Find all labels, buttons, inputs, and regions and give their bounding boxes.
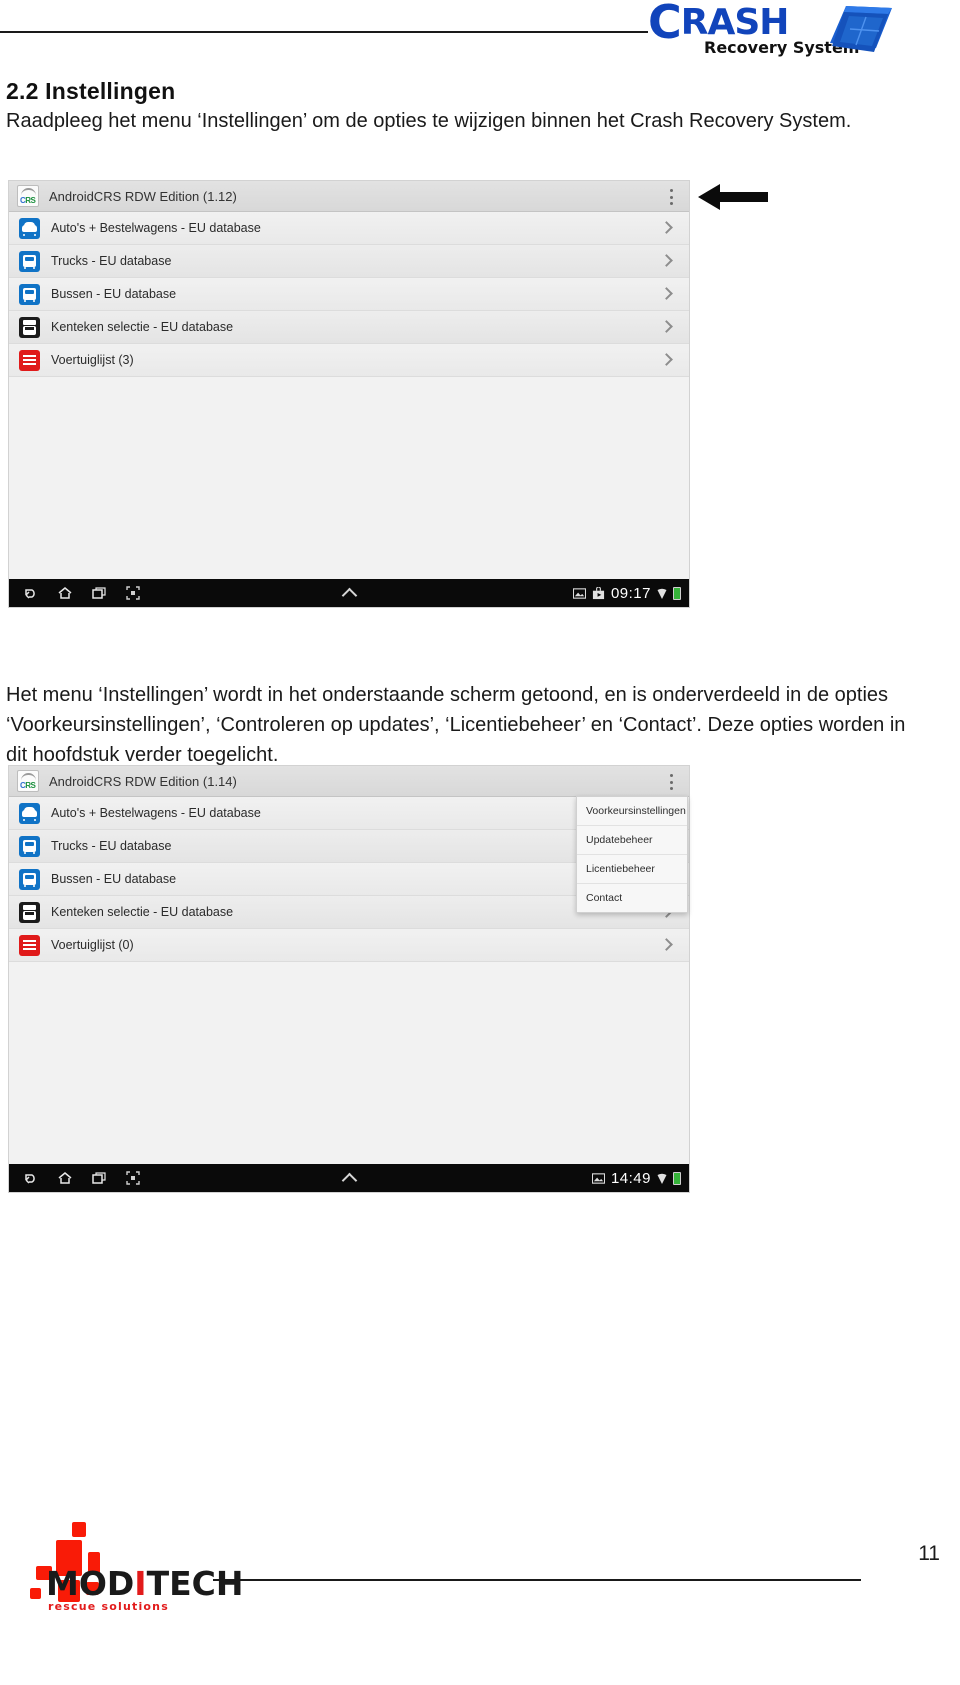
caret-up-icon — [341, 587, 357, 603]
moditech-word-red-i: I — [134, 1564, 147, 1603]
bus-icon — [19, 868, 40, 890]
vehicle-list-icon — [19, 349, 40, 371]
section-title: 2.2 Instellingen — [6, 78, 176, 104]
car-icon — [19, 217, 40, 239]
clock-label: 09:17 — [610, 584, 651, 602]
home-icon[interactable] — [57, 585, 73, 601]
screen-capture-icon[interactable] — [125, 585, 141, 601]
car-icon — [19, 802, 40, 824]
moditech-word-part2: TECH — [146, 1564, 244, 1603]
brand-wordmark: CRASH — [648, 0, 790, 45]
chevron-right-icon — [660, 254, 673, 267]
image-status-icon — [591, 1172, 605, 1184]
page-header: CRASH Recovery System — [0, 0, 960, 62]
list-item-label: Voertuiglijst (3) — [51, 353, 134, 367]
three-dot-overflow-icon[interactable] — [669, 774, 673, 790]
settings-description-paragraph: Het menu ‘Instellingen’ wordt in het ond… — [6, 684, 906, 766]
list-item-label: Kenteken selectie - EU database — [51, 905, 234, 919]
menu-item-updatebeheer[interactable]: Updatebeheer — [577, 826, 687, 855]
battery-icon — [673, 1171, 681, 1185]
vehicle-list-icon — [19, 934, 40, 956]
list-item-label: Auto's + Bestelwagens - EU database — [51, 806, 261, 820]
app-title-label: AndroidCRS RDW Edition (1.14) — [49, 773, 237, 789]
truck-icon — [19, 250, 40, 272]
chevron-right-icon — [660, 320, 673, 333]
header-divider-rule — [0, 31, 648, 33]
truck-icon — [19, 835, 40, 857]
list-item-license-plate[interactable]: Kenteken selectie - EU database — [9, 311, 689, 344]
bus-icon — [19, 283, 40, 305]
androidcrs-app-icon: CRS — [17, 185, 39, 207]
list-item-buses[interactable]: Bussen - EU database — [9, 278, 689, 311]
license-plate-icon — [19, 316, 40, 338]
app-title-label: AndroidCRS RDW Edition (1.12) — [49, 188, 237, 204]
list-item-label: Bussen - EU database — [51, 872, 177, 886]
clock-label: 14:49 — [610, 1169, 651, 1187]
app-title-bar: CRS AndroidCRS RDW Edition (1.14) — [9, 766, 689, 797]
home-icon[interactable] — [57, 1170, 73, 1186]
list-item-label: Trucks - EU database — [51, 254, 172, 268]
three-dot-overflow-icon[interactable] — [669, 189, 673, 205]
image-status-icon — [572, 587, 586, 599]
android-navigation-bar: 14:49 — [9, 1164, 689, 1192]
moditech-word-part1: MOD — [46, 1564, 135, 1603]
brand-capital-letter: C — [648, 0, 682, 49]
screenshot-main-menu: CRS AndroidCRS RDW Edition (1.12) Auto's… — [8, 180, 690, 608]
back-arrow-icon[interactable] — [23, 1170, 39, 1186]
list-item-label: Auto's + Bestelwagens - EU database — [51, 221, 261, 235]
list-item-vehicle-list[interactable]: Voertuiglijst (3) — [9, 344, 689, 377]
intro-paragraph: Raadpleeg het menu ‘Instellingen’ om de … — [6, 110, 852, 132]
list-item-vehicle-list[interactable]: Voertuiglijst (0) — [9, 929, 689, 962]
chevron-right-icon — [660, 353, 673, 366]
settings-dropdown-menu: Voorkeursinstellingen Updatebeheer Licen… — [576, 796, 688, 913]
brand-wordmark-rest: RASH — [680, 2, 790, 43]
list-item-label: Bussen - EU database — [51, 287, 177, 301]
chevron-right-icon — [660, 938, 673, 951]
menu-item-contact[interactable]: Contact — [577, 884, 687, 912]
recent-apps-icon[interactable] — [91, 585, 107, 601]
recent-apps-icon[interactable] — [91, 1170, 107, 1186]
chevron-right-icon — [660, 287, 673, 300]
wifi-icon — [657, 1173, 667, 1184]
cube-icon — [830, 6, 892, 52]
list-item-label: Trucks - EU database — [51, 839, 172, 853]
page-number: 11 — [918, 1542, 940, 1565]
list-item-label: Kenteken selectie - EU database — [51, 320, 234, 334]
crash-recovery-system-logo: CRASH Recovery System — [648, 0, 896, 60]
moditech-tagline: rescue solutions — [48, 1600, 169, 1613]
app-status-icon — [592, 586, 605, 599]
list-item-label: Voertuiglijst (0) — [51, 938, 134, 952]
app-title-bar: CRS AndroidCRS RDW Edition (1.12) — [9, 181, 689, 212]
back-arrow-icon[interactable] — [23, 585, 39, 601]
list-item-trucks[interactable]: Trucks - EU database — [9, 245, 689, 278]
chevron-right-icon — [660, 221, 673, 234]
screen-capture-icon[interactable] — [125, 1170, 141, 1186]
left-pointing-arrow-annotation — [698, 184, 768, 210]
footer-divider-rule — [213, 1579, 861, 1581]
moditech-logo: MODITECH rescue solutions — [20, 1512, 243, 1622]
menu-item-voorkeursinstellingen[interactable]: Voorkeursinstellingen — [577, 797, 687, 826]
battery-icon — [673, 586, 681, 600]
license-plate-icon — [19, 901, 40, 923]
moditech-wordmark: MODITECH — [46, 1564, 243, 1603]
caret-up-icon — [341, 1172, 357, 1188]
menu-item-licentiebeheer[interactable]: Licentiebeheer — [577, 855, 687, 884]
android-navigation-bar: 09:17 — [9, 579, 689, 607]
androidcrs-app-icon: CRS — [17, 770, 39, 792]
wifi-icon — [657, 588, 667, 599]
list-item-cars[interactable]: Auto's + Bestelwagens - EU database — [9, 212, 689, 245]
